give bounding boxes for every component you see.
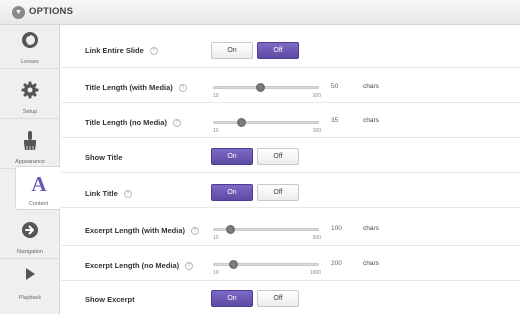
off-button[interactable]: Off [257, 148, 299, 165]
slider-min: 10 [213, 128, 219, 134]
help-icon[interactable]: ? [191, 227, 200, 236]
sidebar-item-label: Lenses [21, 59, 39, 65]
sidebar-item-appearance[interactable]: Appearance [0, 125, 60, 169]
slider-handle[interactable] [226, 225, 236, 234]
gear-icon [0, 81, 60, 103]
help-icon[interactable]: ? [149, 47, 158, 56]
options-header: ▼ OPTIONS [0, 0, 520, 25]
on-button[interactable]: On [211, 290, 253, 307]
excerpt-length-no-media-slider[interactable]: 10 1000 [211, 254, 321, 276]
slider-value: 35 [331, 117, 339, 124]
slider-handle[interactable] [237, 118, 247, 127]
slider-value: 50 [331, 83, 339, 90]
link-entire-slide-label: Link Entire Slide? [85, 46, 158, 56]
help-icon[interactable]: ? [123, 190, 132, 199]
off-button[interactable]: Off [257, 184, 299, 201]
title-length-no-media-label: Title Length (no Media)? [85, 118, 181, 128]
excerpt-length-media-slider[interactable]: 10 500 [211, 219, 321, 241]
sidebar-item-label: Appearance [15, 159, 45, 165]
unit-label: chars [363, 83, 379, 90]
sidebar-item-lenses[interactable]: Lenses [0, 25, 60, 69]
unit-label: chars [363, 260, 379, 267]
slider-min: 10 [213, 235, 219, 241]
sidebar-item-setup[interactable]: Setup [0, 75, 60, 119]
row-title-length-no-media: Title Length (no Media)? 10 100 35 chars [61, 103, 520, 138]
off-button[interactable]: Off [257, 42, 299, 59]
slider-handle[interactable] [228, 260, 238, 269]
collapse-icon[interactable]: ▼ [12, 6, 25, 19]
show-title-label: Show Title [85, 153, 123, 162]
link-entire-slide-toggle: On Off [211, 42, 299, 59]
unit-label: chars [363, 225, 379, 232]
excerpt-length-media-label: Excerpt Length (with Media)? [85, 226, 200, 236]
slider-min: 10 [213, 270, 219, 276]
slider-max: 100 [312, 93, 321, 99]
title-length-media-label: Title Length (with Media)? [85, 83, 187, 93]
row-show-excerpt: Show Excerpt On Off [61, 281, 520, 316]
on-button[interactable]: On [211, 148, 253, 165]
slider-max: 100 [312, 128, 321, 134]
lens-icon [0, 31, 60, 53]
help-icon[interactable]: ? [178, 84, 187, 93]
unit-label: chars [363, 117, 379, 124]
title-length-media-slider[interactable]: 10 100 [211, 77, 321, 99]
slider-handle[interactable] [256, 83, 265, 92]
show-excerpt-label: Show Excerpt [85, 295, 135, 304]
sidebar-item-label: Setup [22, 109, 38, 115]
slider-max: 1000 [309, 270, 321, 276]
slider-track[interactable] [213, 121, 319, 124]
slider-value: 100 [331, 225, 342, 232]
link-title-label: Link Title? [85, 189, 132, 199]
arrow-circle-icon [0, 221, 60, 243]
slider-min: 10 [213, 93, 219, 99]
link-title-toggle: On Off [211, 184, 299, 201]
sidebar-item-label: Playback [18, 295, 42, 301]
play-icon [0, 267, 60, 289]
off-button[interactable]: Off [257, 290, 299, 307]
sidebar-item-navigation[interactable]: Navigation [0, 215, 60, 259]
sidebar-item-content[interactable]: A Content [15, 166, 61, 210]
row-link-title: Link Title? On Off [61, 173, 520, 208]
show-excerpt-toggle: On Off [211, 290, 299, 307]
on-button[interactable]: On [211, 42, 253, 59]
title-length-no-media-slider[interactable]: 10 100 [211, 112, 321, 134]
row-link-entire-slide: Link Entire Slide? On Off [61, 33, 520, 68]
row-excerpt-length-no-media: Excerpt Length (no Media)? 10 1000 200 c… [61, 246, 520, 281]
row-title-length-media: Title Length (with Media)? 10 100 50 cha… [61, 68, 520, 103]
slider-value: 200 [331, 260, 342, 267]
row-show-title: Show Title On Off [61, 138, 520, 173]
font-a-icon: A [16, 173, 61, 195]
on-button[interactable]: On [211, 184, 253, 201]
show-title-toggle: On Off [211, 148, 299, 165]
brush-icon [0, 131, 60, 153]
sidebar-item-label: Navigation [17, 249, 43, 255]
row-excerpt-length-media: Excerpt Length (with Media)? 10 500 100 … [61, 211, 520, 246]
panel-title: OPTIONS [29, 6, 74, 17]
help-icon[interactable]: ? [172, 119, 181, 128]
svg-text:A: A [31, 173, 47, 193]
sidebar-item-playback[interactable]: Playback [0, 261, 60, 305]
help-icon[interactable]: ? [185, 262, 194, 271]
excerpt-length-no-media-label: Excerpt Length (no Media)? [85, 261, 194, 271]
slider-max: 500 [312, 235, 321, 241]
sidebar: Lenses Setup Appearance A Content Naviga… [0, 25, 61, 314]
slider-track[interactable] [213, 86, 319, 89]
sidebar-item-label: Content [28, 201, 49, 207]
